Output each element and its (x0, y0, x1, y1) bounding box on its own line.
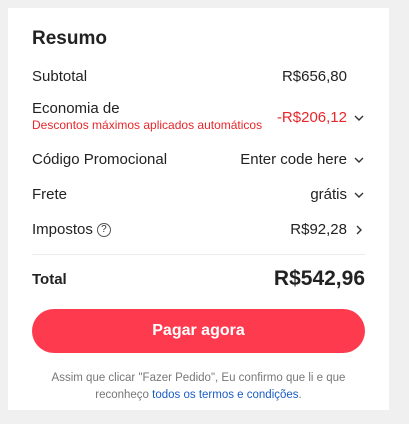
total-row: Total R$542,96 (32, 267, 365, 291)
taxes-value: R$92,28 (290, 221, 347, 238)
shipping-label: Frete (32, 186, 68, 203)
subtotal-label: Subtotal (32, 68, 88, 85)
divider (32, 254, 365, 255)
savings-row[interactable]: Economia de Descontos máximos aplicados … (32, 100, 365, 132)
taxes-label: Impostos (32, 221, 93, 238)
terms-link[interactable]: todos os termos e condições (152, 389, 298, 401)
order-summary-card: Resumo Subtotal R$656,80 Economia de Des… (8, 8, 389, 410)
disclaimer-end: . (298, 389, 302, 401)
promo-code-field[interactable]: Enter code here (240, 151, 347, 168)
subtotal-row: Subtotal R$656,80 (32, 68, 365, 85)
promo-code-row[interactable]: Código Promocional Enter code here (32, 151, 365, 168)
chevron-right-icon[interactable] (353, 224, 365, 236)
shipping-row[interactable]: Frete grátis (32, 186, 365, 203)
promo-code-label: Código Promocional (32, 151, 168, 168)
total-label: Total (32, 270, 67, 288)
pay-now-button[interactable]: Pagar agora (32, 309, 365, 353)
total-value: R$542,96 (273, 267, 365, 290)
savings-label: Economia de (32, 100, 120, 117)
terms-disclaimer: Assim que clicar "Fazer Pedido", Eu conf… (32, 370, 365, 404)
question-circle-icon[interactable]: ? (96, 222, 111, 237)
savings-value: -R$206,12 (276, 109, 347, 126)
savings-note: Descontos máximos aplicados automáticos (32, 118, 263, 132)
chevron-down-icon[interactable] (353, 154, 365, 166)
shipping-value: grátis (310, 186, 347, 203)
summary-title: Resumo (32, 28, 107, 49)
taxes-row[interactable]: Impostos ? R$92,28 (32, 221, 365, 238)
subtotal-value: R$656,80 (281, 68, 347, 85)
chevron-down-icon[interactable] (353, 112, 365, 124)
chevron-down-icon[interactable] (353, 189, 365, 201)
